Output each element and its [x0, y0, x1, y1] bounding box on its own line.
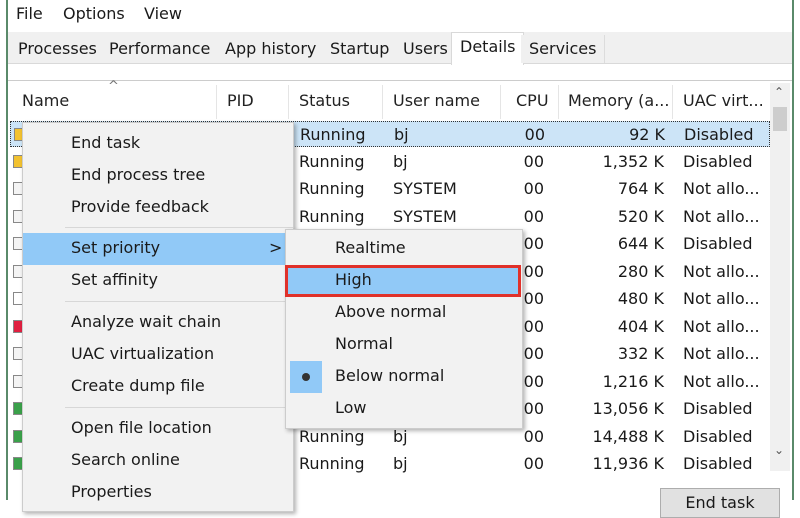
tab-processes[interactable]: Processes: [10, 35, 106, 63]
cpu-cell: 00: [523, 206, 544, 226]
context-menu: End task End process tree Provide feedba…: [22, 122, 294, 512]
uac-cell: Not allo...: [683, 289, 760, 308]
priority-submenu: Realtime High Above normal Normal Below …: [285, 229, 523, 429]
selected-bullet-icon: [290, 361, 322, 393]
menu-item-provide-feedback[interactable]: Provide feedback: [23, 192, 293, 224]
memory-cell: 11,936 K: [592, 454, 664, 473]
uac-cell: Disabled: [683, 454, 753, 473]
uac-cell: Not allo...: [683, 316, 760, 336]
menu-item-search-online[interactable]: Search online: [23, 445, 293, 477]
memory-cell: 14,488 K: [592, 426, 664, 446]
menu-file[interactable]: File: [16, 4, 43, 23]
status-cell: Running: [299, 454, 365, 473]
memory-cell: 480 K: [617, 289, 664, 308]
column-memory[interactable]: Memory (a...: [568, 91, 669, 110]
column-status[interactable]: Status: [299, 91, 350, 110]
user-cell: bj: [393, 151, 408, 171]
user-cell: SYSTEM: [393, 179, 457, 198]
tab-details[interactable]: Details: [451, 32, 525, 65]
menu-item-analyze-wait-chain[interactable]: Analyze wait chain: [23, 307, 293, 339]
uac-cell: Not allo...: [683, 261, 760, 281]
memory-cell: 1,216 K: [602, 371, 664, 391]
status-cell: Running: [299, 151, 365, 171]
column-cpu[interactable]: CPU: [516, 91, 549, 110]
column-user-name[interactable]: User name: [393, 91, 480, 110]
memory-cell: 1,352 K: [602, 151, 664, 171]
uac-cell: Disabled: [683, 234, 753, 253]
menu-item-properties[interactable]: Properties: [23, 477, 293, 509]
status-cell: Running: [299, 179, 365, 198]
priority-above-normal[interactable]: Above normal: [286, 297, 522, 329]
menu-item-end-task[interactable]: End task: [23, 128, 293, 160]
tab-bar: Processes Performance App history Startu…: [8, 32, 792, 65]
uac-cell: Not allo...: [683, 344, 760, 363]
scroll-down-icon[interactable]: ⌄: [774, 443, 784, 457]
tab-users[interactable]: Users: [395, 35, 457, 63]
memory-cell: 404 K: [617, 316, 664, 336]
column-uac-virtualization[interactable]: UAC virt...: [683, 91, 764, 110]
memory-cell: 520 K: [617, 206, 664, 226]
memory-cell: 92 K: [629, 125, 665, 144]
column-pid[interactable]: PID: [227, 91, 254, 110]
user-cell: bj: [393, 426, 408, 446]
status-cell: Running: [300, 125, 366, 144]
menu-item-end-process-tree[interactable]: End process tree: [23, 160, 293, 192]
uac-cell: Disabled: [683, 151, 753, 171]
user-cell: bj: [393, 454, 408, 473]
end-task-button[interactable]: End task: [660, 488, 780, 518]
priority-low[interactable]: Low: [286, 393, 522, 425]
priority-realtime[interactable]: Realtime: [286, 233, 522, 265]
user-cell: SYSTEM: [393, 206, 457, 226]
cpu-cell: 00: [523, 179, 544, 198]
cpu-cell: 00: [524, 125, 545, 144]
menu-options[interactable]: Options: [63, 4, 125, 23]
submenu-arrow-icon: >: [269, 238, 283, 257]
menu-item-uac-virtualization[interactable]: UAC virtualization: [23, 339, 293, 371]
menu-view[interactable]: View: [144, 4, 182, 23]
scroll-up-icon[interactable]: ⌃: [774, 85, 784, 99]
menu-item-open-file-location[interactable]: Open file location: [23, 413, 293, 445]
uac-cell: Not allo...: [683, 206, 760, 226]
uac-cell: Not allo...: [683, 179, 760, 198]
cpu-cell: 00: [523, 151, 544, 171]
tab-startup[interactable]: Startup: [322, 35, 399, 63]
memory-cell: 280 K: [617, 261, 664, 281]
status-cell: Running: [299, 206, 365, 226]
menu-item-set-affinity[interactable]: Set affinity: [23, 265, 293, 297]
priority-below-normal[interactable]: Below normal: [286, 361, 522, 393]
memory-cell: 13,056 K: [592, 399, 664, 418]
memory-cell: 644 K: [617, 234, 664, 253]
status-cell: Running: [299, 426, 365, 446]
menu-bar: File Options View: [8, 0, 792, 26]
vertical-scrollbar[interactable]: ⌃ ⌄: [770, 83, 790, 471]
tab-services[interactable]: Services: [521, 35, 606, 63]
memory-cell: 764 K: [617, 179, 664, 198]
cpu-cell: 00: [523, 454, 544, 473]
column-name[interactable]: Name: [22, 91, 69, 110]
scrollbar-thumb[interactable]: [773, 107, 787, 131]
uac-cell: Disabled: [684, 125, 754, 144]
uac-cell: Disabled: [683, 399, 753, 418]
cpu-cell: 00: [523, 426, 544, 446]
menu-item-set-priority[interactable]: Set priority >: [23, 233, 293, 265]
memory-cell: 332 K: [617, 344, 664, 363]
uac-cell: Disabled: [683, 426, 753, 446]
menu-item-create-dump-file[interactable]: Create dump file: [23, 371, 293, 403]
user-cell: bj: [394, 125, 409, 144]
tab-performance[interactable]: Performance: [101, 35, 220, 63]
uac-cell: Not allo...: [683, 371, 760, 391]
priority-high[interactable]: High: [285, 265, 521, 297]
priority-normal[interactable]: Normal: [286, 329, 522, 361]
sort-ascending-icon: ^: [108, 79, 119, 94]
tab-app-history[interactable]: App history: [217, 35, 326, 63]
